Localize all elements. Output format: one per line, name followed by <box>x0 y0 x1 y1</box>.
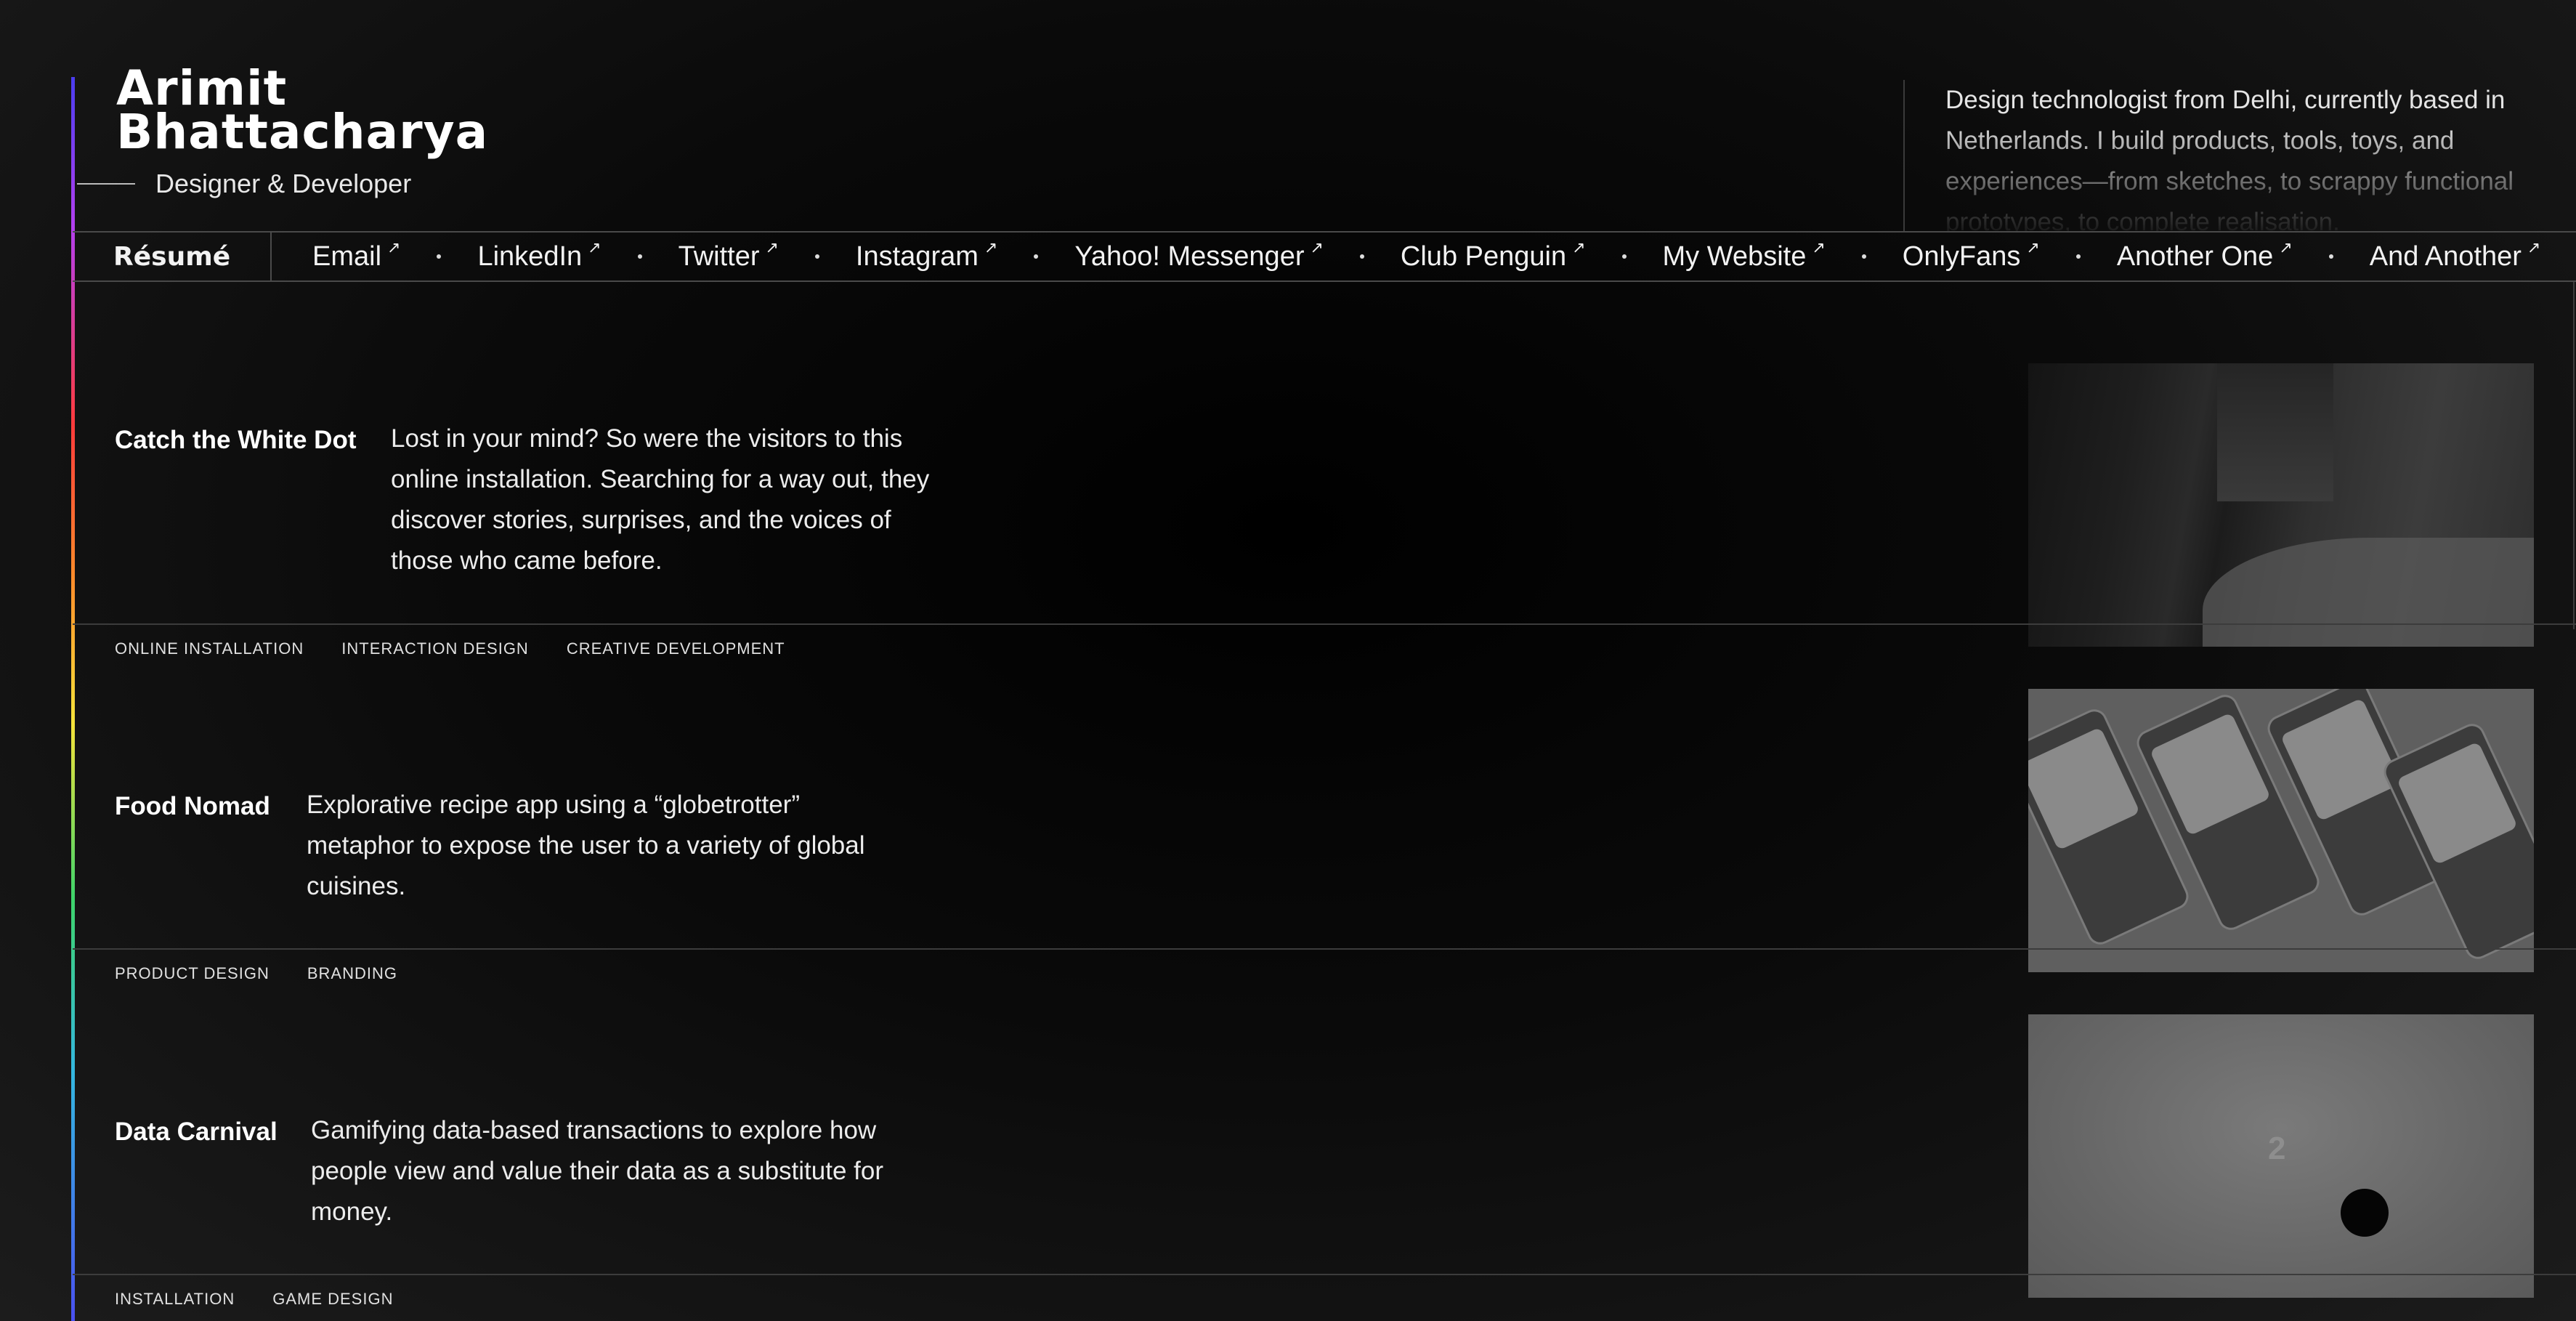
separator-dot <box>437 254 442 259</box>
separator-dot <box>1034 254 1039 259</box>
content-right-border <box>2573 282 2575 629</box>
project-description: Lost in your mind? So were the visitors … <box>391 424 930 575</box>
link-label: Yahoo! Messenger <box>1074 241 1305 272</box>
row-divider <box>73 623 2576 625</box>
link-and-another[interactable]: And Another ↗ <box>2369 238 2541 272</box>
separator-dot <box>1621 254 1627 259</box>
link-label: And Another <box>2369 241 2522 272</box>
link-another-one[interactable]: Another One ↗ <box>2116 238 2293 272</box>
link-label: Instagram <box>855 241 979 272</box>
link-email[interactable]: Email ↗ <box>312 238 401 272</box>
external-arrow-icon: ↗ <box>1310 238 1324 256</box>
name-last: Bhattacharya <box>116 104 489 160</box>
separator-dot <box>2328 254 2333 259</box>
project-tags: ONLINE INSTALLATION INTERACTION DESIGN C… <box>115 639 785 658</box>
external-arrow-icon: ↗ <box>2279 238 2293 256</box>
external-arrow-icon: ↗ <box>1812 238 1826 256</box>
external-arrow-icon: ↗ <box>387 238 401 256</box>
header-divider <box>1903 80 1905 233</box>
link-my-website[interactable]: My Website ↗ <box>1662 238 1826 272</box>
external-arrow-icon: ↗ <box>765 238 779 256</box>
link-label: My Website <box>1662 241 1807 272</box>
external-arrow-icon: ↗ <box>588 238 602 256</box>
separator-dot <box>637 254 642 259</box>
link-label: OnlyFans <box>1902 241 2021 272</box>
link-label: Email <box>312 241 382 272</box>
tag: ONLINE INSTALLATION <box>115 639 304 658</box>
link-yahoo-messenger[interactable]: Yahoo! Messenger ↗ <box>1074 238 1324 272</box>
resume-link[interactable]: Résumé <box>73 233 272 280</box>
corridor-floor <box>2203 538 2534 647</box>
link-label: Club Penguin <box>1400 241 1567 272</box>
tag: INTERACTION DESIGN <box>341 639 529 658</box>
tag: CREATIVE DEVELOPMENT <box>566 639 785 658</box>
link-twitter[interactable]: Twitter ↗ <box>678 238 779 272</box>
project-description: Gamifying data-based transactions to exp… <box>311 1116 883 1226</box>
project-thumbnail[interactable] <box>2028 363 2534 647</box>
project-thumbnail[interactable]: 2 <box>2028 1014 2534 1298</box>
row-divider <box>73 1274 2576 1275</box>
link-onlyfans[interactable]: OnlyFans ↗ <box>1902 238 2040 272</box>
link-label: LinkedIn <box>477 241 583 272</box>
project-title[interactable]: Data Carnival <box>115 1118 278 1147</box>
project-tags: INSTALLATION GAME DESIGN <box>115 1290 393 1309</box>
separator-dot <box>1359 254 1364 259</box>
separator-dot <box>814 254 819 259</box>
link-label: Another One <box>2116 241 2274 272</box>
project-title[interactable]: Catch the White Dot <box>115 426 356 455</box>
link-bar: Résumé Email ↗ LinkedIn ↗ Twitter ↗ Instagr… <box>73 231 2576 282</box>
link-instagram[interactable]: Instagram ↗ <box>855 238 998 272</box>
counter-number: 2 <box>2268 1131 2286 1166</box>
tag: INSTALLATION <box>115 1290 235 1308</box>
black-ball <box>2341 1189 2389 1237</box>
role-dash <box>77 183 135 185</box>
separator-dot <box>2075 254 2081 259</box>
role-text: Designer & Developer <box>155 169 412 198</box>
tag: BRANDING <box>307 964 397 982</box>
project-tags: PRODUCT DESIGN BRANDING <box>115 964 397 983</box>
external-arrow-icon: ↗ <box>984 238 998 256</box>
separator-dot <box>1861 254 1866 259</box>
project-thumbnail[interactable] <box>2028 689 2534 972</box>
row-divider <box>73 948 2576 950</box>
tag: PRODUCT DESIGN <box>115 964 270 982</box>
link-linkedin[interactable]: LinkedIn ↗ <box>477 238 602 272</box>
tag: GAME DESIGN <box>272 1290 394 1308</box>
external-arrow-icon: ↗ <box>2026 238 2040 256</box>
site-name[interactable]: Arimit Bhattacharya <box>116 65 489 160</box>
link-club-penguin[interactable]: Club Penguin ↗ <box>1400 238 1586 272</box>
external-arrow-icon: ↗ <box>2527 238 2541 256</box>
link-label: Twitter <box>678 241 760 272</box>
project-description: Explorative recipe app using a “globetro… <box>307 791 865 900</box>
bio-text: Design technologist from Delhi, currentl… <box>1945 86 2514 233</box>
corridor-wall <box>2217 363 2333 501</box>
external-arrow-icon: ↗ <box>1572 238 1586 256</box>
social-links: Email ↗ LinkedIn ↗ Twitter ↗ Instagram ↗ Yah… <box>272 238 2541 272</box>
project-title[interactable]: Food Nomad <box>115 792 270 821</box>
